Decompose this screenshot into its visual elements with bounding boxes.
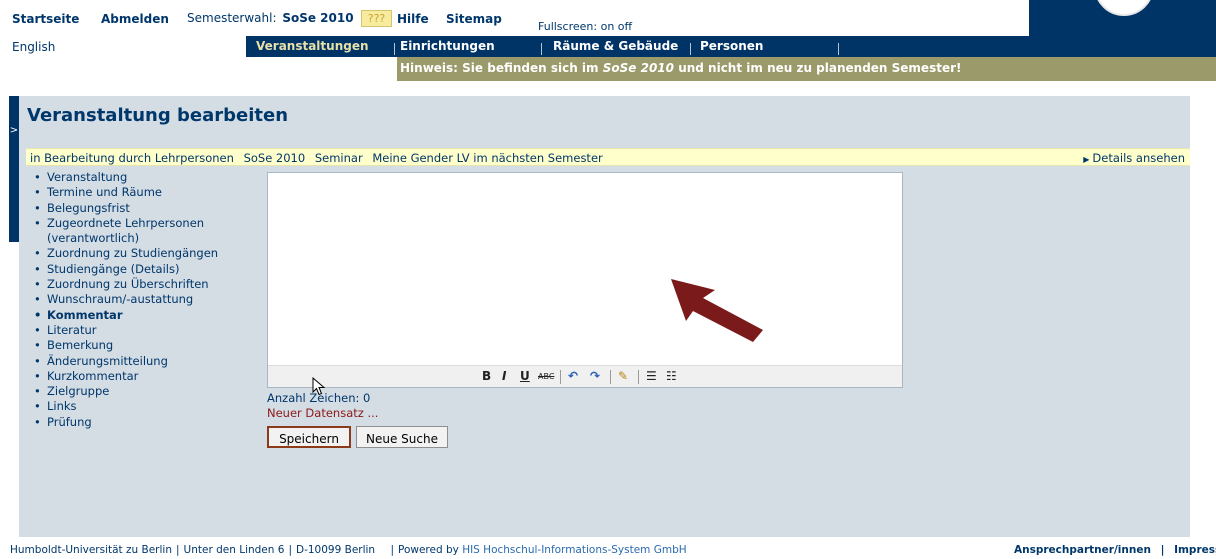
save-button[interactable]: Speichern (267, 426, 351, 448)
nav-divider (541, 43, 542, 55)
page-title: Veranstaltung bearbeiten (27, 105, 289, 126)
menu-item-kommentar[interactable]: Kommentar (34, 308, 218, 324)
details-link[interactable]: ▶ Details ansehen (1083, 151, 1185, 165)
contact-link[interactable]: Ansprechpartner/innen (1014, 544, 1151, 556)
arrow-shape (671, 279, 763, 342)
menu-item-lehrpersonen-sub[interactable]: (verantwortlich) (34, 231, 218, 246)
language-link[interactable]: English (12, 40, 55, 54)
menu-item-zielgruppe[interactable]: Zielgruppe (34, 384, 218, 400)
help-link[interactable]: Hilfe (397, 12, 429, 26)
annotation-arrow (669, 372, 670, 373)
menu-item-literatur[interactable]: Literatur (34, 323, 218, 339)
notice-suffix: und nicht im neu zu planenden Semester! (678, 61, 962, 75)
main-panel: Veranstaltung bearbeiten in Bearbeitung … (19, 96, 1190, 537)
status-semester: SoSe 2010 (243, 151, 306, 165)
main-nav: Veranstaltungen Einrichtungen Räume & Ge… (246, 36, 1216, 57)
numbered-list-icon[interactable]: ☷ (666, 369, 677, 383)
nav-divider (838, 43, 839, 55)
sidebar-toggle[interactable]: > (9, 96, 19, 242)
nav-divider (394, 43, 395, 55)
footer-university: Humboldt-Universität zu Berlin (10, 544, 172, 556)
sitemap-link[interactable]: Sitemap (446, 12, 502, 26)
status-course-title: Meine Gender LV im nächsten Semester (372, 151, 603, 165)
comment-editor: B I U ABC ↶ ↷ ✎ ☰ ☷ (267, 172, 903, 388)
unknown-badge[interactable]: ??? (361, 10, 392, 27)
toolbar-divider (638, 370, 639, 384)
menu-item-studiengaenge-details[interactable]: Studiengänge (Details) (34, 262, 218, 278)
footer-info: Humboldt-Universität zu Berlin | Unter den… (10, 544, 687, 556)
underline-icon[interactable]: U (520, 369, 530, 383)
italic-icon[interactable]: I (502, 369, 506, 383)
footer-address: Unter den Linden 6 (183, 544, 285, 556)
menu-item-wunschraum[interactable]: Wunschraum/-austattung (34, 292, 218, 308)
semester-notice: Hinweis: Sie befinden sich im SoSe 2010 … (397, 57, 1216, 81)
semester-value[interactable]: SoSe 2010 (282, 11, 353, 25)
new-search-button[interactable]: Neue Suche (356, 426, 448, 448)
strikethrough-icon[interactable]: ABC (538, 372, 554, 381)
triangle-right-icon: ▶ (1083, 155, 1090, 164)
edit-menu: Veranstaltung Termine und Räume Belegung… (34, 170, 218, 430)
toolbar-divider (610, 370, 611, 384)
menu-item-links[interactable]: Links (34, 399, 218, 415)
footer-powered-prefix: Powered by (397, 544, 459, 556)
menu-item-studiengaenge[interactable]: Zuordnung zu Studiengängen (34, 246, 218, 262)
tab-einrichtungen[interactable]: Einrichtungen (400, 39, 495, 53)
bold-icon[interactable]: B (482, 369, 491, 383)
nav-row: English Veranstaltungen Einrichtungen Rä… (0, 36, 1216, 57)
university-logo (1029, 0, 1216, 36)
top-bar: Startseite Abmelden Semesterwahl: SoSe 2… (0, 0, 1216, 36)
nav-divider (690, 43, 691, 55)
menu-item-ueberschriften[interactable]: Zuordnung zu Überschriften (34, 277, 218, 293)
fullscreen-on-link[interactable]: on (601, 20, 615, 33)
footer-postal: D-10099 Berlin (296, 544, 376, 556)
semester-selector[interactable]: Semesterwahl: SoSe 2010 (187, 11, 354, 25)
notice-prefix: Hinweis: Sie befinden sich im (400, 61, 599, 75)
semester-label: Semesterwahl: (187, 11, 277, 25)
notice-semester: SoSe 2010 (602, 61, 674, 75)
footer-his-link[interactable]: HIS Hochschul-Informations-System GmbH (462, 544, 686, 556)
tab-personen[interactable]: Personen (700, 39, 763, 53)
menu-item-pruefung[interactable]: Prüfung (34, 415, 218, 431)
home-link[interactable]: Startseite (12, 12, 79, 26)
comment-text-area[interactable] (268, 173, 902, 365)
mouse-cursor-icon (312, 377, 326, 396)
annotation-arrow (671, 279, 763, 342)
imprint-link[interactable]: Impressum (1174, 544, 1216, 556)
editor-toolbar: B I U ABC ↶ ↷ ✎ ☰ ☷ (268, 365, 902, 387)
tab-veranstaltungen[interactable]: Veranstaltungen (256, 39, 369, 53)
menu-item-termine[interactable]: Termine und Räume (34, 185, 218, 201)
tab-raeume-gebaeude[interactable]: Räume & Gebäude (553, 39, 678, 53)
fullscreen-label: Fullscreen: (538, 20, 598, 33)
seal-icon (1094, 0, 1154, 16)
status-type: Seminar (314, 151, 363, 165)
status-state: in Bearbeitung durch Lehrpersonen (30, 151, 234, 165)
details-label: Details ansehen (1092, 151, 1185, 165)
bullet-list-icon[interactable]: ☰ (646, 369, 657, 383)
footer-links: Ansprechpartner/innen | Impressum (1014, 544, 1216, 556)
fullscreen-toggle: Fullscreen: on off (538, 20, 632, 33)
menu-item-belegungsfrist[interactable]: Belegungsfrist (34, 201, 218, 217)
logout-link[interactable]: Abmelden (101, 12, 169, 26)
undo-icon[interactable]: ↶ (568, 369, 578, 383)
status-bar: in Bearbeitung durch Lehrpersonen SoSe 2… (26, 148, 1190, 166)
menu-item-lehrpersonen[interactable]: Zugeordnete Lehrpersonen (34, 216, 218, 232)
fullscreen-off-link[interactable]: off (618, 20, 632, 33)
menu-item-aenderungsmitteilung[interactable]: Änderungsmitteilung (34, 354, 218, 370)
menu-item-kurzkommentar[interactable]: Kurzkommentar (34, 369, 218, 385)
toolbar-divider (560, 370, 561, 384)
menu-item-bemerkung[interactable]: Bemerkung (34, 338, 218, 354)
new-record-status: Neuer Datensatz ... (267, 406, 379, 420)
clear-format-icon[interactable]: ✎ (618, 369, 628, 383)
menu-item-veranstaltung[interactable]: Veranstaltung (34, 170, 218, 186)
redo-icon[interactable]: ↷ (590, 369, 600, 383)
